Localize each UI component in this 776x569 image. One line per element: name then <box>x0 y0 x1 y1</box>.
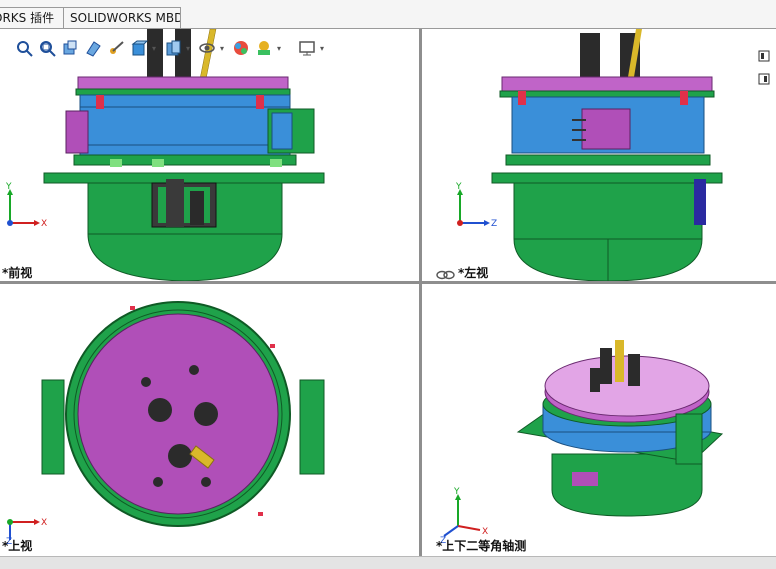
viewport-corner-controls <box>758 47 770 89</box>
section-view-icon[interactable] <box>83 38 103 58</box>
graphics-area[interactable]: Y X *前视 ▾ ▾ ▾ ▾ ▾ Y Z *左视 X Z *上视 Y X Z … <box>0 28 776 557</box>
triad-y-label: Y <box>453 487 460 497</box>
chevron-down-icon[interactable]: ▾ <box>277 38 285 58</box>
top-view-model <box>41 301 325 527</box>
status-bar <box>0 556 776 569</box>
viewport-splitter-horizontal[interactable] <box>0 281 776 284</box>
viewport-splitter-vertical[interactable] <box>419 29 422 557</box>
viewport-isometric[interactable]: Y X Z *上下二等角轴测 <box>422 284 776 557</box>
view-label-isometric: *上下二等角轴测 <box>436 539 527 553</box>
zoom-to-area-icon[interactable] <box>37 38 57 58</box>
heads-up-view-toolbar: ▾ ▾ ▾ ▾ ▾ <box>14 37 328 59</box>
triad-x-label: X <box>482 527 488 537</box>
chevron-down-icon[interactable]: ▾ <box>220 38 228 58</box>
apply-scene-icon[interactable] <box>254 38 274 58</box>
display-style-icon[interactable] <box>163 38 183 58</box>
triad-x-label: X <box>41 219 47 229</box>
chevron-down-icon[interactable]: ▾ <box>186 38 194 58</box>
command-manager-tabs: ORKS 插件 SOLIDWORKS MBD <box>0 0 776 28</box>
chevron-down-icon[interactable]: ▾ <box>152 38 160 58</box>
restore-view-icon[interactable] <box>758 47 770 66</box>
link-views-icon[interactable] <box>436 265 456 281</box>
tab-addins[interactable]: ORKS 插件 <box>0 7 64 28</box>
triad-x-label: X <box>41 518 47 528</box>
viewport-left[interactable]: Y Z *左视 <box>422 29 776 281</box>
tab-solidworks-mbd[interactable]: SOLIDWORKS MBD <box>63 7 181 28</box>
view-settings-icon[interactable] <box>297 38 317 58</box>
coordinate-triad: Y Z <box>452 179 502 233</box>
previous-view-icon[interactable] <box>60 38 80 58</box>
hide-show-icon[interactable] <box>197 38 217 58</box>
front-view-model <box>43 29 325 281</box>
triad-y-label: Y <box>455 182 462 192</box>
viewport-top[interactable]: X Z *上视 <box>0 284 419 557</box>
coordinate-triad: Y X <box>2 179 52 233</box>
view-label-top: *上视 <box>2 539 33 553</box>
edit-appearance-icon[interactable] <box>231 38 251 58</box>
triad-y-label: Y <box>5 182 12 192</box>
view-orientation-icon[interactable] <box>129 38 149 58</box>
maximize-view-icon[interactable] <box>758 70 770 89</box>
left-view-model <box>491 29 723 281</box>
triad-z-label: Z <box>491 219 497 229</box>
zoom-to-fit-icon[interactable] <box>14 38 34 58</box>
dynamic-annotation-icon[interactable] <box>106 38 126 58</box>
view-label-left: *左视 <box>458 266 489 280</box>
viewport-front[interactable]: Y X *前视 ▾ ▾ ▾ ▾ ▾ <box>0 29 419 281</box>
chevron-down-icon[interactable]: ▾ <box>320 38 328 58</box>
view-label-front: *前视 <box>2 266 33 280</box>
